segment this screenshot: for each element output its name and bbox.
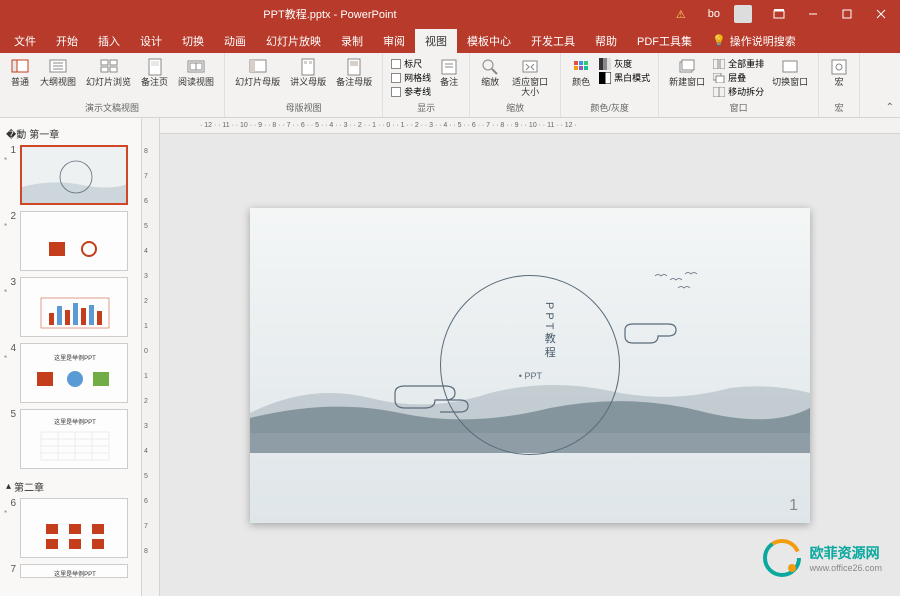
slide-subtitle[interactable]: • PPT — [519, 371, 542, 381]
cloud-decoration-2 — [620, 318, 690, 348]
watermark-url: www.office26.com — [810, 563, 882, 573]
collapse-ribbon-icon[interactable]: ⌃ — [886, 102, 894, 113]
slide-title[interactable]: PPT教程 — [541, 302, 557, 360]
menu-item-3[interactable]: 设计 — [130, 29, 172, 53]
section-header-1[interactable]: �動 第一章 — [4, 122, 137, 145]
reading-view-button[interactable]: 阅读视图 — [174, 55, 218, 90]
menu-item-1[interactable]: 开始 — [46, 29, 88, 53]
ribbon-group-macros: 宏 宏 — [819, 53, 860, 117]
thumb-row-5[interactable]: 5 这里是举例PPT — [4, 409, 137, 469]
move-split-button[interactable]: 移动拆分 — [713, 85, 764, 98]
chevron-down-icon: ▴ — [6, 481, 11, 492]
lightbulb-icon: 💡 — [712, 34, 726, 47]
grayscale-button[interactable]: 灰度 — [599, 57, 650, 70]
menu-item-13[interactable]: PDF工具集 — [627, 29, 702, 53]
editor: 87654321012345678 · 12 ·· 11 ·· 10 ·· 9 … — [142, 118, 900, 596]
menu-item-6[interactable]: 幻灯片放映 — [256, 29, 331, 53]
maximize-icon[interactable] — [832, 0, 862, 28]
outline-view-button[interactable]: 大纲视图 — [36, 55, 80, 90]
thumb-row-4[interactable]: 4* 这里是举例PPT — [4, 343, 137, 403]
arrange-all-button[interactable]: 全部重排 — [713, 57, 764, 70]
svg-text:这里是举例PPT: 这里是举例PPT — [54, 570, 96, 578]
blackwhite-button[interactable]: 黑白模式 — [599, 71, 650, 84]
guides-checkbox[interactable]: 参考线 — [391, 85, 431, 98]
watermark: 欧菲资源网 www.office26.com — [762, 538, 882, 578]
notes-button[interactable]: 备注 — [435, 55, 463, 90]
birds-decoration — [650, 268, 710, 298]
new-window-button[interactable]: 新建窗口 — [665, 55, 709, 90]
slide-sorter-button[interactable]: 幻灯片浏览 — [82, 55, 135, 90]
slide-thumb-2[interactable] — [20, 211, 128, 271]
menubar: 文件开始插入设计切换动画幻灯片放映录制审阅视图模板中心开发工具帮助PDF工具集 … — [0, 28, 900, 53]
thumb-row-1[interactable]: 1* — [4, 145, 137, 205]
slide-thumb-7[interactable]: 这里是举例PPT — [20, 564, 128, 578]
slide-thumb-4[interactable]: 这里是举例PPT — [20, 343, 128, 403]
vertical-ruler[interactable]: 87654321012345678 — [142, 118, 160, 596]
slide-thumb-3[interactable] — [20, 277, 128, 337]
username: bo — [700, 4, 728, 24]
user-area[interactable]: ⚠ bo — [660, 0, 760, 29]
ribbon-group-zoom: 缩放 适应窗口大小 缩放 — [470, 53, 561, 117]
svg-text:这里是举例PPT: 这里是举例PPT — [54, 418, 96, 426]
zoom-button[interactable]: 缩放 — [476, 55, 504, 90]
menu-item-0[interactable]: 文件 — [4, 29, 46, 53]
slide-thumb-6[interactable] — [20, 498, 128, 558]
horizontal-ruler[interactable]: · 12 ·· 11 ·· 10 ·· 9 ·· 8 ·· 7 ·· 6 ·· … — [160, 118, 900, 134]
thumb-row-6[interactable]: 6* — [4, 498, 137, 558]
menu-item-12[interactable]: 帮助 — [585, 29, 627, 53]
thumb-row-2[interactable]: 2* — [4, 211, 137, 271]
slide-panel[interactable]: �動 第一章 1* 2* 3* 4* 这里是举例PP — [0, 118, 142, 596]
menu-item-2[interactable]: 插入 — [88, 29, 130, 53]
ribbon-group-presentation-views: 普通 大纲视图 幻灯片浏览 备注页 阅读视图 演示文稿视图 — [0, 53, 225, 117]
thumb-row-3[interactable]: 3* — [4, 277, 137, 337]
handout-master-button[interactable]: 讲义母版 — [286, 55, 330, 90]
titlebar: PPT教程.pptx - PowerPoint ⚠ bo — [0, 0, 900, 28]
tell-me-search[interactable]: 💡 操作说明搜索 — [712, 33, 796, 49]
slide-thumb-5[interactable]: 这里是举例PPT — [20, 409, 128, 469]
cascade-button[interactable]: 层叠 — [713, 71, 764, 84]
window-title: PPT教程.pptx - PowerPoint — [0, 6, 660, 22]
menu-item-4[interactable]: 切换 — [172, 29, 214, 53]
avatar — [734, 5, 752, 23]
minimize-icon[interactable] — [798, 0, 828, 28]
page-number: 1 — [789, 497, 798, 515]
cloud-decoration-1 — [390, 378, 470, 418]
thumb-row-7[interactable]: 7 这里是举例PPT — [4, 564, 137, 578]
macros-button[interactable]: 宏 — [825, 55, 853, 90]
slide-canvas[interactable]: PPT教程 • PPT — [250, 208, 810, 523]
svg-text:这里是举例PPT: 这里是举例PPT — [54, 354, 96, 362]
normal-view-button[interactable]: 普通 — [6, 55, 34, 90]
ribbon-group-window: 新建窗口 全部重排 层叠 移动拆分 切换窗口 窗口 — [659, 53, 819, 117]
menu-item-5[interactable]: 动画 — [214, 29, 256, 53]
menu-item-8[interactable]: 审阅 — [373, 29, 415, 53]
menu-item-10[interactable]: 模板中心 — [457, 29, 521, 53]
close-icon[interactable] — [866, 0, 896, 28]
ribbon-group-master-views: 幻灯片母版 讲义母版 备注母版 母版视图 — [225, 53, 383, 117]
canvas-area[interactable]: PPT教程 • PPT — [160, 134, 900, 596]
ribbon-group-show: 标尺 网格线 参考线 备注 显示 — [383, 53, 470, 117]
section-header-2[interactable]: ▴ 第二章 — [4, 475, 137, 498]
warning-icon: ⚠ — [668, 4, 694, 25]
notes-master-button[interactable]: 备注母版 — [332, 55, 376, 90]
menu-item-9[interactable]: 视图 — [415, 29, 457, 53]
notes-page-button[interactable]: 备注页 — [137, 55, 172, 90]
menu-item-7[interactable]: 录制 — [331, 29, 373, 53]
ribbon: 普通 大纲视图 幻灯片浏览 备注页 阅读视图 演示文稿视图 — [0, 53, 900, 118]
watermark-name: 欧菲资源网 — [810, 543, 882, 563]
menu-item-11[interactable]: 开发工具 — [521, 29, 585, 53]
switch-windows-button[interactable]: 切换窗口 — [768, 55, 812, 90]
watermark-logo-icon — [762, 538, 802, 578]
ribbon-group-color: 颜色 灰度 黑白模式 颜色/灰度 — [561, 53, 659, 117]
chevron-down-icon: �動 — [6, 126, 26, 141]
slide-master-button[interactable]: 幻灯片母版 — [231, 55, 284, 90]
ribbon-display-options-icon[interactable] — [764, 0, 794, 28]
color-button[interactable]: 颜色 — [567, 55, 595, 90]
decorative-circle — [440, 275, 620, 455]
workspace: �動 第一章 1* 2* 3* 4* 这里是举例PP — [0, 118, 900, 596]
slide-thumb-1[interactable] — [20, 145, 128, 205]
gridlines-checkbox[interactable]: 网格线 — [391, 71, 431, 84]
ruler-checkbox[interactable]: 标尺 — [391, 57, 431, 70]
fit-to-window-button[interactable]: 适应窗口大小 — [506, 55, 554, 100]
